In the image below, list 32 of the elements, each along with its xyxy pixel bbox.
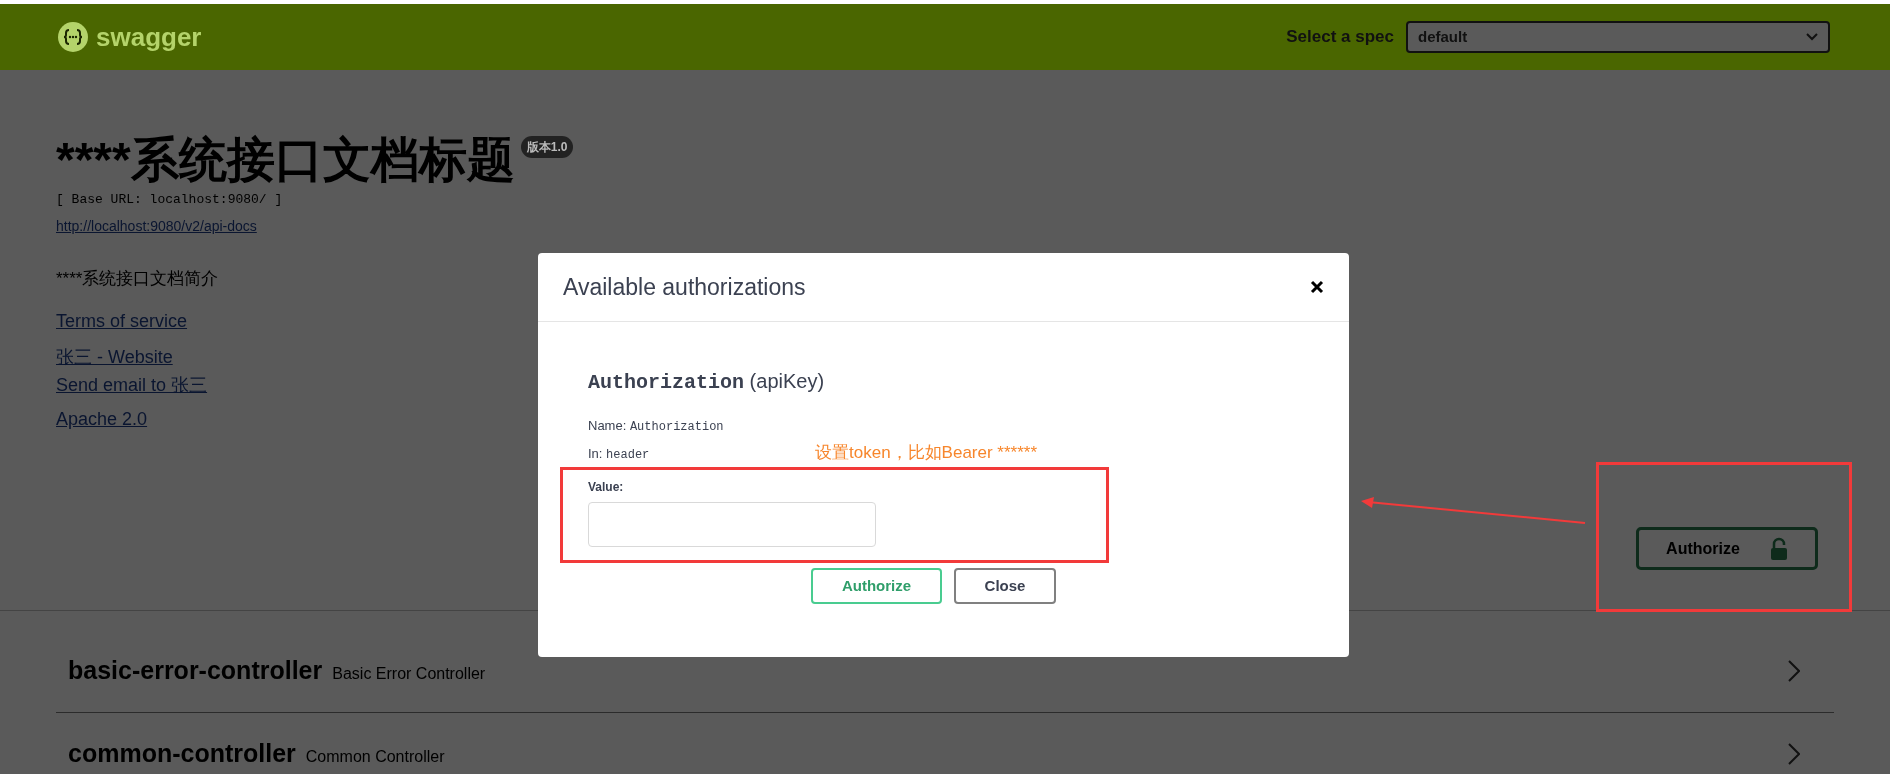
info-link[interactable]: Terms of service [56,309,188,333]
page-title: ****系统接口文档标题 [56,132,515,188]
logo-icon [58,22,88,52]
value-label: Value: [588,479,625,496]
authorize-button[interactable]: Authorize [1636,527,1818,570]
value-input[interactable] [588,502,876,547]
tag-description: Common Controller [305,747,445,768]
logo-text: swagger [96,20,202,54]
tag-name[interactable]: common-controller [68,735,296,773]
authorize-button[interactable]: Authorize [811,568,942,604]
api-docs-link[interactable]: http://localhost:9080/v2/api-docs [56,215,257,237]
lock-icon [1769,536,1788,561]
chevron-right-icon[interactable] [1788,743,1800,765]
name-field-info: Name: Authorization [588,417,724,436]
chevron-right-icon[interactable] [1788,660,1800,682]
spec-dropdown[interactable]: default [1406,21,1830,53]
close-icon[interactable] [1310,280,1324,294]
tag-description: Basic Error Controller [332,664,486,685]
spec-label: Select a spec [1286,26,1394,49]
tag-name[interactable]: basic-error-controller [68,652,323,690]
info-link[interactable]: 张三 - Website [56,345,173,369]
version-badge: 版本1.0 [520,136,574,158]
modal-title: Available authorizations [563,272,806,302]
base-url: [ Base URL: localhost:9080/ ] [56,191,284,209]
in-field-info: In: header [588,445,650,464]
info-link[interactable]: Send email to 张三 [56,373,208,397]
description: ****系统接口文档简介 [56,267,219,290]
annotation-text: 设置token，比如Bearer ****** [815,442,1038,464]
info-link[interactable]: Apache 2.0 [56,407,148,431]
chevron-down-icon [1806,33,1818,41]
close-button[interactable]: Close [954,568,1056,604]
scheme-title: Authorization (apiKey) [588,369,826,396]
